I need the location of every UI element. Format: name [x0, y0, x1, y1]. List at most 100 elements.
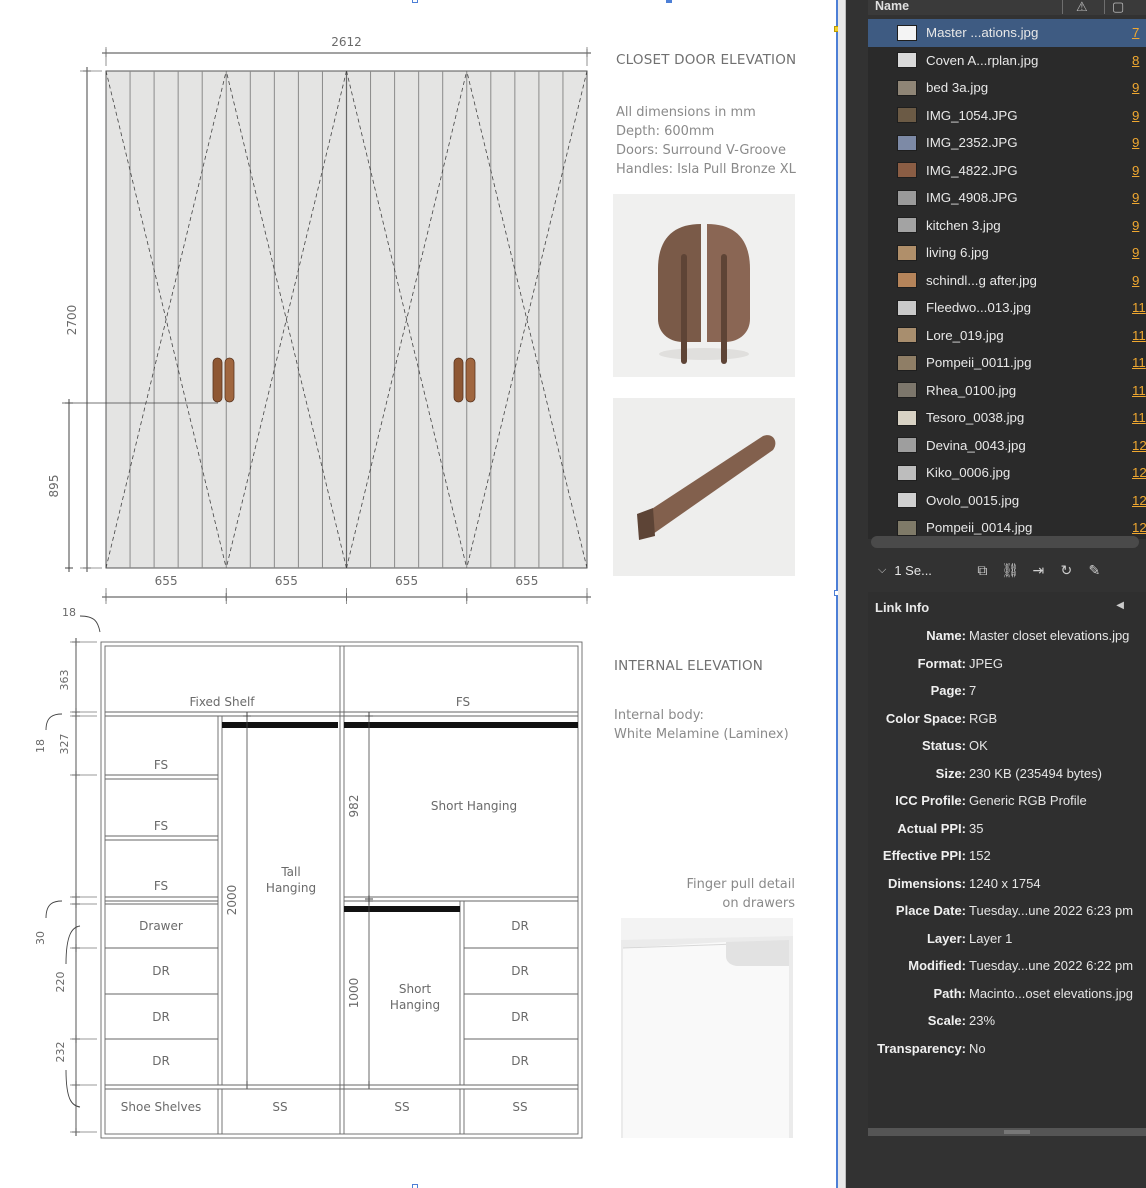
link-page-number[interactable]: 9	[1132, 163, 1146, 178]
link-name: Kiko_0006.jpg	[926, 465, 1011, 481]
link-page-number[interactable]: 11	[1132, 300, 1146, 315]
resize-grip-icon[interactable]	[1004, 1130, 1030, 1134]
link-page-number[interactable]: 11	[1132, 355, 1146, 370]
link-row[interactable]: schindl...g after.jpg 9	[868, 267, 1146, 295]
links-list[interactable]: Master ...ations.jpg 7 Coven A...rplan.jpg…	[868, 19, 1146, 539]
column-separator[interactable]	[1062, 0, 1063, 14]
door-handle	[453, 357, 464, 403]
link-thumbnail	[897, 217, 917, 234]
info-label: Scale:	[927, 1013, 966, 1028]
link-name: Rhea_0100.jpg	[926, 382, 1017, 398]
link-row[interactable]: Fleedwo...013.jpg 11	[868, 294, 1146, 322]
link-row[interactable]: Master ...ations.jpg 7	[868, 19, 1146, 47]
dimension-label: 2612	[331, 35, 362, 49]
link-info-row: Status: OK	[868, 738, 1146, 758]
relink-from-cc-icon[interactable]: ⧉	[968, 562, 996, 579]
hanging-rail	[344, 722, 578, 728]
dimension-label: 2000	[225, 885, 239, 916]
frame-resize-handle[interactable]	[412, 1184, 418, 1188]
link-info-row: Size: 230 KB (235494 bytes)	[868, 766, 1146, 786]
collapse-triangle-icon[interactable]: ◀	[1116, 600, 1124, 611]
dimension-label: 655	[395, 574, 418, 588]
link-page-number[interactable]: 9	[1132, 218, 1146, 233]
cell-label: FS	[154, 819, 168, 833]
link-thumbnail	[897, 24, 917, 41]
link-row[interactable]: kitchen 3.jpg 9	[868, 212, 1146, 240]
warning-icon[interactable]: ⚠	[1076, 0, 1088, 15]
dimension-label: 982	[347, 795, 361, 818]
info-label: Size:	[935, 765, 966, 781]
edit-original-icon[interactable]: ✎	[1080, 562, 1108, 579]
link-page-number[interactable]: 9	[1132, 190, 1146, 205]
link-page-number[interactable]: 8	[1132, 53, 1146, 68]
link-page-number[interactable]: 11	[1132, 410, 1146, 425]
link-page-number[interactable]: 11	[1132, 383, 1146, 398]
link-page-number[interactable]: 11	[1132, 328, 1146, 343]
dimension-label: 30	[34, 931, 47, 945]
link-row[interactable]: IMG_2352.JPG 9	[868, 129, 1146, 157]
link-row[interactable]: IMG_1054.JPG 9	[868, 102, 1146, 130]
link-thumbnail	[897, 437, 917, 454]
link-thumbnail	[897, 79, 917, 96]
link-thumbnail	[897, 354, 917, 371]
link-page-number[interactable]: 9	[1132, 108, 1146, 123]
info-value: 7	[969, 683, 977, 698]
cell-label: FS	[154, 879, 168, 893]
link-page-number[interactable]: 9	[1132, 80, 1146, 95]
go-to-link-icon[interactable]: ⇥	[1024, 562, 1052, 579]
link-page-number[interactable]: 12	[1132, 493, 1146, 508]
link-page-number[interactable]: 9	[1132, 245, 1146, 260]
column-separator[interactable]	[1104, 0, 1105, 14]
link-info-row: ICC Profile: Generic RGB Profile	[868, 793, 1146, 813]
dimension-label: 655	[155, 574, 178, 588]
link-page-number[interactable]: 12	[1132, 520, 1146, 535]
link-row[interactable]: Lore_019.jpg 11	[868, 322, 1146, 350]
link-thumbnail	[897, 327, 917, 344]
link-row[interactable]: bed 3a.jpg 9	[868, 74, 1146, 102]
cell-label: Tall	[280, 865, 300, 879]
leader-line	[65, 1069, 81, 1108]
link-name: Lore_019.jpg	[926, 327, 1004, 343]
document-canvas[interactable]: 2612 2700 895 655 655 655 655 Fixed Shelf FS FS F…	[0, 0, 836, 1188]
link-row[interactable]: Coven A...rplan.jpg 8	[868, 47, 1146, 75]
link-name: IMG_4908.JPG	[926, 190, 1018, 206]
link-page-number[interactable]: 9	[1132, 273, 1146, 288]
link-page-number[interactable]: 12	[1132, 438, 1146, 453]
info-value: 1240 x 1754	[969, 875, 1041, 891]
link-name: Fleedwo...013.jpg	[926, 300, 1031, 316]
link-page-number[interactable]: 7	[1132, 25, 1146, 40]
relink-icon[interactable]: ⛓	[996, 562, 1024, 579]
link-row[interactable]: Ovolo_0015.jpg 12	[868, 487, 1146, 515]
info-value: RGB	[969, 710, 998, 726]
link-name: bed 3a.jpg	[926, 80, 989, 96]
link-thumbnail	[897, 107, 917, 124]
link-info-header[interactable]: Link Info	[875, 600, 929, 615]
caption-line: Finger pull detail	[686, 877, 796, 892]
frame-resize-handle[interactable]	[412, 0, 418, 3]
link-row[interactable]: living 6.jpg 9	[868, 239, 1146, 267]
link-row[interactable]: IMG_4822.JPG 9	[868, 157, 1146, 185]
link-row[interactable]: Kiko_0006.jpg 12	[868, 459, 1146, 487]
chevron-down-icon[interactable]: ⌵	[878, 564, 886, 577]
door-handle	[224, 357, 235, 403]
link-page-number[interactable]: 9	[1132, 135, 1146, 150]
link-page-number[interactable]: 12	[1132, 465, 1146, 480]
dimension-label: 363	[58, 670, 71, 691]
update-link-icon[interactable]: ↻	[1052, 562, 1080, 579]
pasteboard-gap	[838, 0, 846, 1188]
closet-door-elevation: 2612 2700 895 655 655 655 655	[47, 35, 591, 604]
link-name: kitchen 3.jpg	[926, 217, 1001, 233]
link-row[interactable]: Pompeii_0011.jpg 11	[868, 349, 1146, 377]
link-row[interactable]: Devina_0043.jpg 12	[868, 432, 1146, 460]
info-label: Page:	[930, 683, 966, 698]
link-thumbnail	[897, 189, 917, 206]
hanging-rail	[344, 906, 460, 912]
link-row[interactable]: Tesoro_0038.jpg 11	[868, 404, 1146, 432]
link-row[interactable]: Rhea_0100.jpg 11	[868, 377, 1146, 405]
info-value: 230 KB (235494 bytes)	[969, 765, 1102, 781]
horizontal-scrollbar[interactable]	[871, 536, 1139, 548]
links-panel-toolbar: ⌵ 1 Se... ⧉ ⛓ ⇥ ↻ ✎	[868, 552, 1146, 588]
frame-resize-handle[interactable]	[666, 0, 672, 3]
page-column-icon[interactable]: ▢	[1112, 0, 1124, 15]
link-row[interactable]: IMG_4908.JPG 9	[868, 184, 1146, 212]
